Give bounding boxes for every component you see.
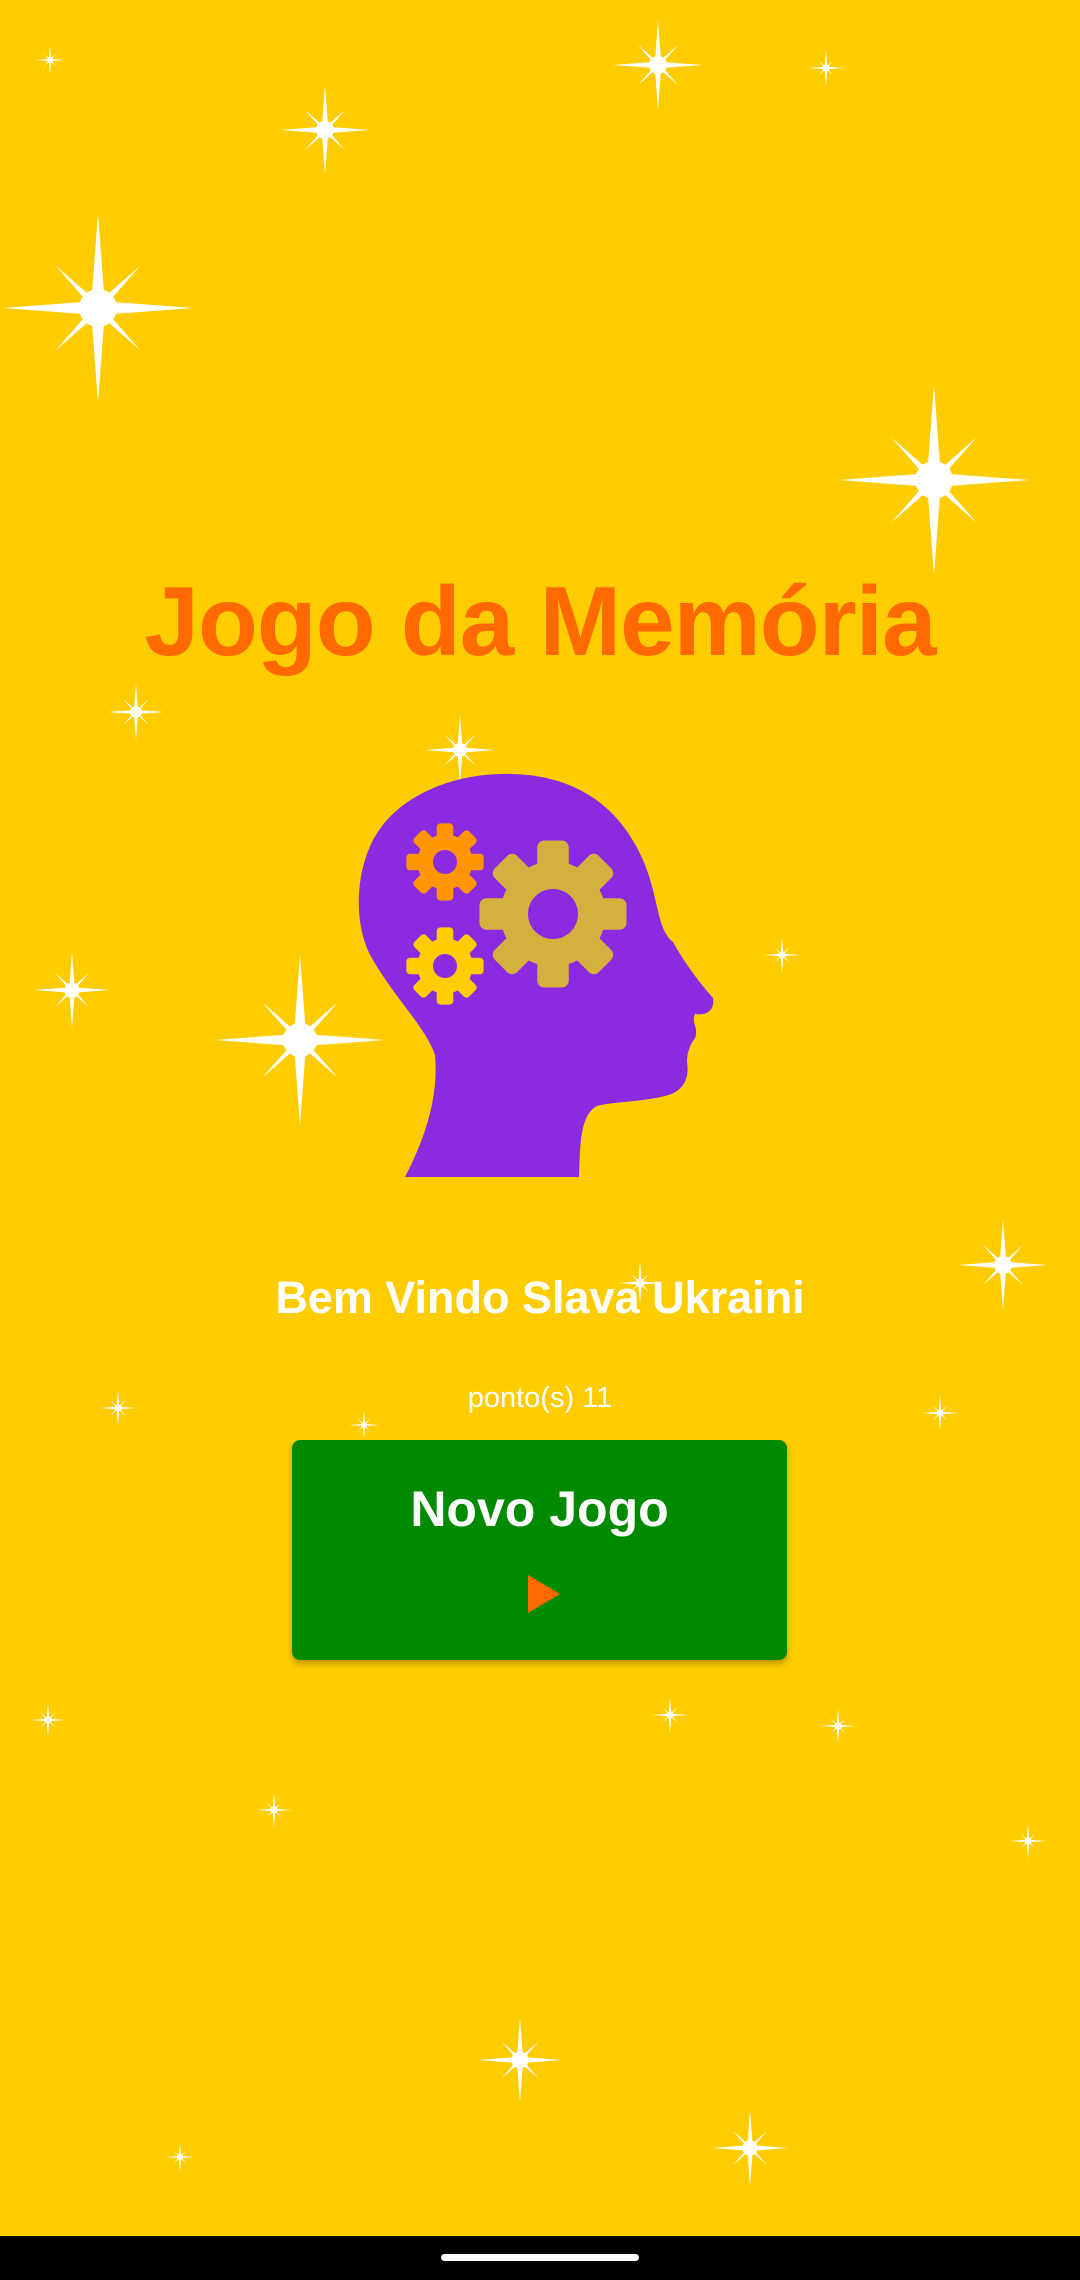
new-game-button[interactable]: Novo Jogo [292, 1440, 787, 1660]
sparkle-icon [652, 1697, 688, 1733]
head-with-gears-icon [358, 773, 714, 1177]
system-navigation-bar [0, 2236, 1080, 2280]
sparkle-icon [712, 2110, 788, 2186]
home-gesture-handle[interactable] [441, 2254, 639, 2261]
sparkle-icon [808, 50, 844, 86]
points-label: ponto(s) 11 [467, 1382, 613, 1414]
sparkle-icon [35, 45, 65, 75]
sparkle-icon [108, 684, 164, 740]
sparkle-icon [613, 19, 703, 110]
sparkle-icon [280, 85, 370, 175]
play-icon [528, 1575, 560, 1613]
main-screen: Jogo da Memória Bem Vindo Slava Ukraini … [0, 0, 1080, 2236]
new-game-label: Novo Jogo [410, 1481, 669, 1537]
sparkle-icon [839, 385, 1029, 575]
sparkle-icon [165, 2142, 195, 2172]
sparkle-icon [478, 2018, 562, 2102]
welcome-message: Bem Vindo Slava Ukraini [275, 1272, 805, 1323]
sparkle-icon [2, 213, 193, 403]
sparkle-icon [33, 952, 110, 1028]
sparkle-icon [820, 1708, 856, 1744]
sparkle-icon [1010, 1823, 1046, 1859]
sparkle-icon [256, 1792, 292, 1828]
page-title: Jogo da Memória [144, 566, 937, 676]
sparkle-icon [764, 937, 800, 973]
sparkle-icon [30, 1702, 66, 1738]
